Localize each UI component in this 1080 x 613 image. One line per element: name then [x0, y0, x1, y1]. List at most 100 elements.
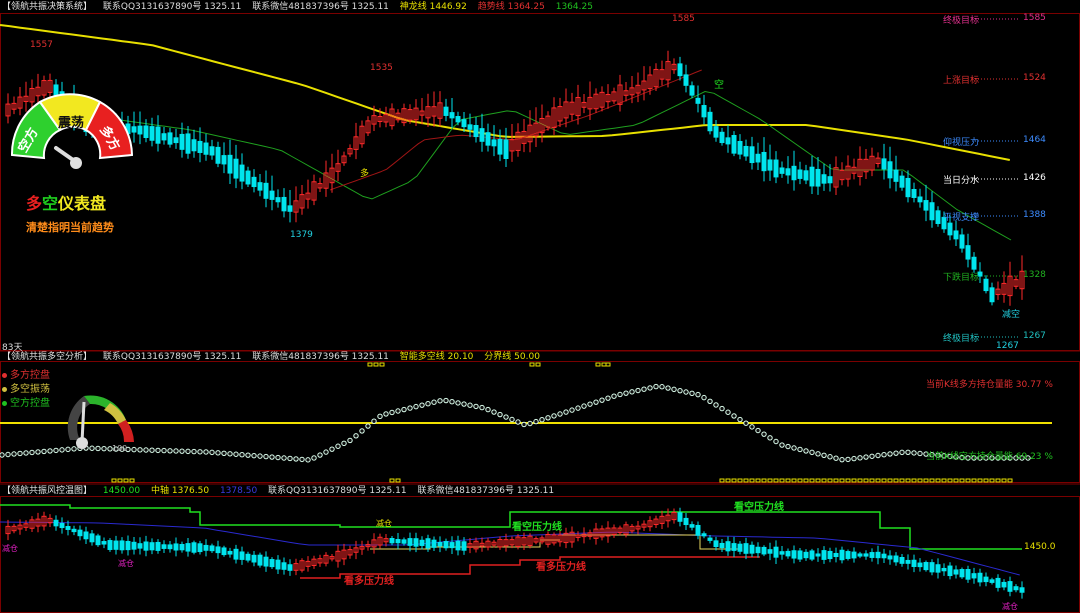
- indicator-dot: [317, 452, 323, 458]
- candle: [887, 161, 893, 179]
- reduce-label-2: 减仓: [118, 559, 134, 568]
- candle: [989, 287, 995, 303]
- indicator-dot: [563, 409, 569, 415]
- indicator-dot: [833, 455, 839, 461]
- indicator-dot: [869, 453, 875, 459]
- candle: [89, 533, 95, 543]
- candle: [941, 567, 947, 572]
- signal-square: [755, 478, 761, 483]
- candle: [677, 63, 683, 77]
- candle: [719, 542, 725, 549]
- indicator-dot: [215, 450, 221, 456]
- indicator-dot: [383, 411, 389, 417]
- candle: [83, 531, 89, 540]
- indicator-dot: [557, 411, 563, 417]
- signal-square: [117, 478, 123, 483]
- candle: [737, 543, 743, 552]
- indicator-dot: [485, 406, 491, 413]
- candle: [731, 135, 737, 154]
- indicator-dot: [491, 409, 497, 415]
- candle: [137, 543, 143, 549]
- indicator-dot: [851, 455, 857, 462]
- bull-pressure-label-1: 看多压力线: [536, 562, 586, 573]
- candle: [689, 524, 695, 528]
- candle: [1001, 581, 1007, 588]
- candle: [263, 556, 269, 567]
- indicator-dot: [875, 452, 881, 459]
- promo-subtitle: 清楚指明当前趋势: [26, 221, 114, 234]
- target-label-1267: 终极目标 1267: [943, 331, 1046, 344]
- signal-square: [893, 478, 899, 483]
- indicator-dot: [695, 391, 701, 398]
- indicator-dot: [539, 416, 545, 423]
- indicator-dot: [131, 446, 137, 453]
- signal-square: [935, 478, 941, 483]
- signal-square: [923, 478, 929, 483]
- indicator-dot: [233, 451, 239, 457]
- candle: [65, 526, 71, 530]
- indicator-dot: [71, 446, 77, 452]
- candle: [437, 542, 443, 547]
- candle: [785, 550, 791, 557]
- candle: [101, 541, 107, 545]
- indicator-dot: [41, 448, 47, 455]
- indicator-dot: [551, 413, 557, 419]
- candle: [485, 132, 491, 146]
- candle: [959, 569, 965, 578]
- candle: [893, 555, 899, 563]
- indicator-dot: [455, 400, 461, 406]
- indicator-dot: [743, 420, 749, 426]
- reduce-label-3: 减仓: [376, 519, 392, 528]
- indicator-dot: [257, 453, 263, 459]
- indicator-dot: [281, 455, 287, 461]
- indicator-dot: [401, 406, 407, 413]
- indicator-dot: [725, 409, 731, 415]
- signal-square: [989, 478, 995, 483]
- candle: [275, 559, 281, 570]
- candle: [203, 544, 209, 551]
- candle: [965, 569, 971, 580]
- indicator-dot: [389, 409, 395, 416]
- signal-square: [785, 478, 791, 483]
- indicator-dot: [509, 416, 515, 423]
- signal-square: [863, 478, 869, 483]
- indicator-dot: [419, 402, 425, 408]
- candle: [107, 540, 113, 550]
- signal-square: [779, 478, 785, 483]
- indicator-dot: [827, 454, 833, 460]
- candle: [791, 165, 797, 181]
- signal-square: [839, 478, 845, 483]
- signal-square: [881, 478, 887, 483]
- target-label-1328: 下跌目标 1328: [943, 270, 1046, 283]
- indicator-dot: [623, 390, 629, 396]
- candle: [185, 133, 191, 154]
- candle: [713, 126, 719, 138]
- signal-square: [821, 478, 827, 483]
- candlesticks[interactable]: [5, 50, 1025, 306]
- candle: [983, 278, 989, 292]
- candle: [479, 128, 485, 142]
- signal-square: [941, 478, 947, 483]
- signal-square: [761, 478, 767, 483]
- target-label-1388: 平视支撑 1388: [943, 210, 1046, 223]
- candle: [269, 190, 275, 200]
- indicator-dot: [503, 414, 509, 420]
- candle: [761, 151, 767, 172]
- candle: [173, 137, 179, 144]
- candle: [983, 576, 989, 583]
- indicator-dot: [659, 384, 665, 390]
- signal-square: [743, 478, 749, 483]
- candle: [215, 546, 221, 554]
- indicator-dot: [149, 447, 155, 453]
- candle: [215, 146, 221, 164]
- indicator-dot: [545, 415, 551, 421]
- panel2-item-qq: 联系QQ3131637890号 1325.11: [102, 352, 242, 362]
- candle: [899, 175, 905, 188]
- indicator-dot: [473, 403, 479, 410]
- indicator-dot: [365, 423, 371, 429]
- candle: [443, 541, 449, 549]
- candle: [497, 139, 503, 155]
- indicator-dot: [23, 450, 29, 456]
- signal-square: [379, 362, 385, 367]
- indicator-dot: [263, 453, 269, 460]
